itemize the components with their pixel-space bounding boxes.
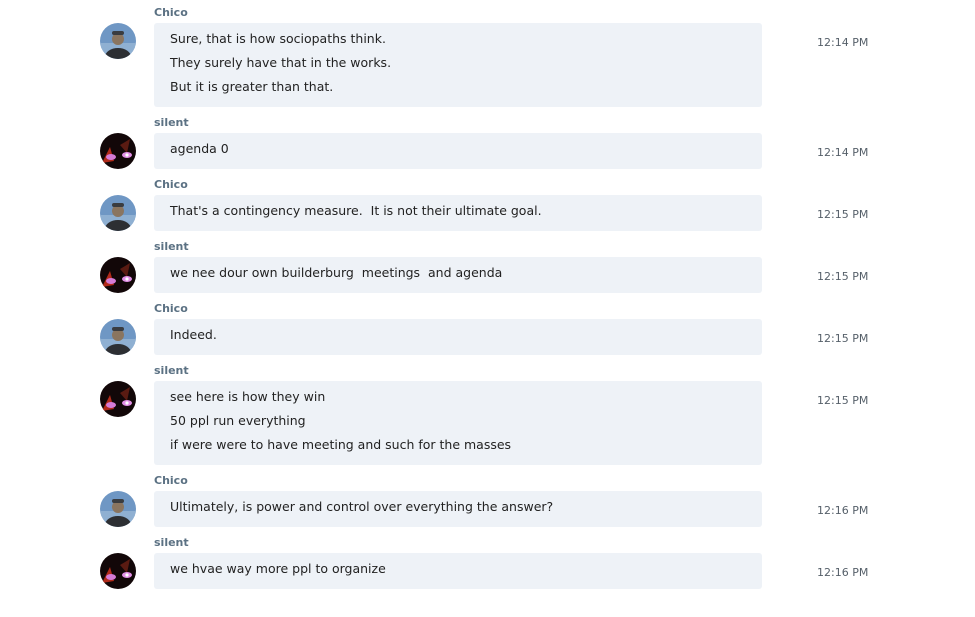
message-text: Indeed. [170,327,217,342]
message-bubble[interactable]: Indeed. [154,319,762,355]
message-timestamp: 12:14 PM [817,146,869,159]
message-timestamp: 12:15 PM [817,270,869,283]
message-bubble[interactable]: we nee dour own builderburg meetings and… [154,257,762,293]
message-bubble[interactable]: we hvae way more ppl to organize [154,553,762,589]
avatar-silent[interactable] [100,381,136,417]
message-text: Sure, that is how sociopaths think. [170,31,386,46]
avatar-chico[interactable] [100,23,136,59]
message-text: we nee dour own builderburg meetings and… [170,265,503,280]
message-text: agenda 0 [170,141,229,156]
message-text: we hvae way more ppl to organize [170,561,386,576]
message-bubble[interactable]: agenda 0 [154,133,762,169]
message-text: They surely have that in the works. [170,55,392,70]
message-timestamp: 12:14 PM [817,36,869,49]
message-author[interactable]: Chico [154,178,188,192]
message-author[interactable]: silent [154,116,189,130]
message-timestamp: 12:16 PM [817,504,869,517]
avatar-chico[interactable] [100,491,136,527]
message-author[interactable]: silent [154,240,189,254]
avatar-chico[interactable] [100,319,136,355]
message-text: But it is greater than that. [170,79,334,94]
message-text: That's a contingency measure. It is not … [170,203,542,218]
avatar-silent[interactable] [100,553,136,589]
message-author[interactable]: silent [154,364,189,378]
avatar-silent[interactable] [100,257,136,293]
message-author[interactable]: Chico [154,302,188,316]
message-author[interactable]: silent [154,536,189,550]
message-timestamp: 12:16 PM [817,566,869,579]
avatar-chico[interactable] [100,195,136,231]
message-text: Ultimately, is power and control over ev… [170,499,554,514]
message-timestamp: 12:15 PM [817,332,869,345]
message-bubble[interactable]: Ultimately, is power and control over ev… [154,491,762,527]
message-timestamp: 12:15 PM [817,394,869,407]
avatar-silent[interactable] [100,133,136,169]
message-text: if were were to have meeting and such fo… [170,437,512,452]
message-timestamp: 12:15 PM [817,208,869,221]
message-author[interactable]: Chico [154,474,188,488]
message-bubble[interactable]: see here is how they win 50 ppl run every… [154,381,762,465]
message-text: see here is how they win [170,389,326,404]
message-text: 50 ppl run everything [170,413,306,428]
message-bubble[interactable]: That's a contingency measure. It is not … [154,195,762,231]
chat-history[interactable]: Chico Sure, that is how sociopaths think… [0,0,975,617]
message-bubble[interactable]: Sure, that is how sociopaths think. They … [154,23,762,107]
message-author[interactable]: Chico [154,6,188,20]
